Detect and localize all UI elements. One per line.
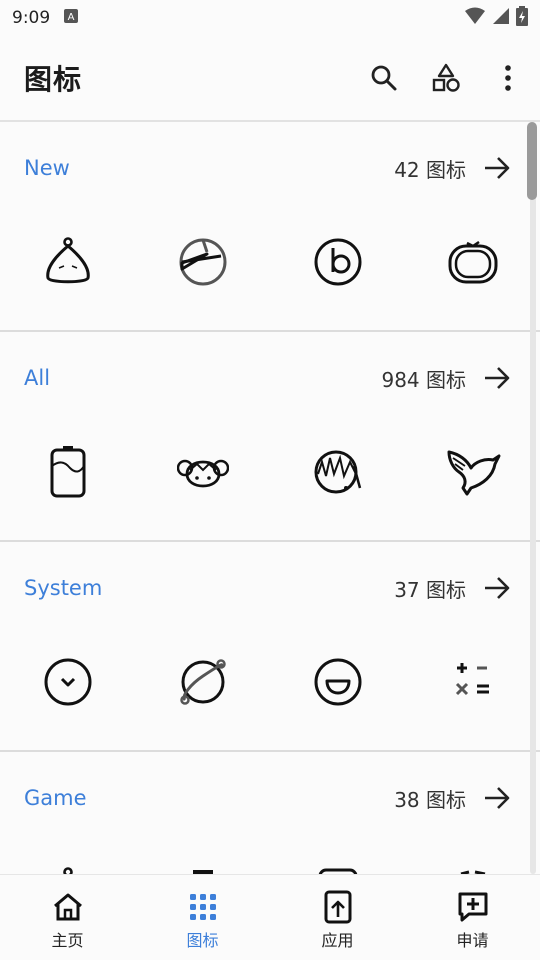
hair-girl-icon[interactable] [270, 440, 405, 504]
nav-item-home[interactable]: 主页 [0, 875, 135, 960]
smile-icon[interactable] [270, 650, 405, 714]
app-upload-icon [322, 890, 354, 924]
section-game: Game 38 图标 [0, 752, 540, 874]
nav-item-icons[interactable]: 图标 [135, 875, 270, 960]
section-count: 984 图标 [381, 367, 466, 392]
bun-girl-icon[interactable] [135, 440, 270, 504]
section-name: All [24, 366, 51, 390]
nav-item-apps[interactable]: 应用 [270, 875, 405, 960]
shapes-icon[interactable] [428, 60, 464, 96]
sack-icon[interactable] [0, 230, 135, 294]
icon-row [0, 440, 540, 504]
more-vert-icon[interactable] [490, 60, 526, 96]
icon-row [0, 860, 540, 874]
search-icon[interactable] [366, 60, 402, 96]
section-system: System 37 图标 [0, 542, 540, 752]
signal-icon [492, 7, 510, 30]
section-all: All 984 图标 [0, 332, 540, 542]
scrollbar-track [530, 122, 536, 874]
section-header[interactable]: All 984 图标 [0, 358, 540, 398]
beats-icon[interactable] [270, 230, 405, 294]
scrollbar-thumb[interactable] [527, 122, 537, 200]
nav-label: 主页 [51, 931, 84, 950]
section-name: System [24, 576, 103, 600]
grid-icon [187, 891, 219, 923]
calculator-icon[interactable] [405, 650, 540, 714]
arrow-right-icon[interactable] [482, 783, 512, 813]
section-header[interactable]: System 37 图标 [0, 568, 540, 608]
battery-icon[interactable] [0, 440, 135, 504]
section-count: 38 图标 [394, 787, 466, 812]
game-3-icon[interactable] [270, 860, 405, 874]
scrollbar[interactable] [527, 122, 537, 874]
clock-chevron-icon[interactable] [0, 650, 135, 714]
section-name: New [24, 156, 70, 180]
arrow-right-icon[interactable] [482, 573, 512, 603]
planet-icon[interactable] [135, 650, 270, 714]
home-icon [52, 891, 84, 923]
status-bar: 9:09 A [0, 0, 540, 36]
icon-category-list[interactable]: New 42 图标 All 984 图标 System 37 图标 Game 3… [0, 122, 540, 874]
game-2-icon[interactable] [135, 860, 270, 874]
wifi-icon [464, 7, 486, 30]
section-new: New 42 图标 [0, 122, 540, 332]
section-header[interactable]: Game 38 图标 [0, 778, 540, 818]
status-time: 9:09 [12, 8, 51, 28]
section-name: Game [24, 786, 87, 810]
app-bar: 图标 [0, 36, 540, 120]
section-count: 37 图标 [394, 577, 466, 602]
notification-a-icon: A [64, 8, 79, 28]
icon-row [0, 230, 540, 294]
svg-text:A: A [68, 12, 75, 23]
tomato-icon[interactable] [405, 230, 540, 294]
page-title: 图标 [24, 63, 83, 96]
game-4-icon[interactable] [405, 860, 540, 874]
arrow-right-icon[interactable] [482, 153, 512, 183]
nav-label: 应用 [321, 931, 354, 950]
nav-label: 申请 [456, 931, 489, 950]
icon-row [0, 650, 540, 714]
game-1-icon[interactable] [0, 860, 135, 874]
bottom-navigation: 主页 图标 应用 申请 [0, 874, 540, 960]
nav-item-request[interactable]: 申请 [405, 875, 540, 960]
section-count: 42 图标 [394, 157, 466, 182]
section-header[interactable]: New 42 图标 [0, 148, 540, 188]
arrow-right-icon[interactable] [482, 363, 512, 393]
request-add-icon [457, 891, 489, 923]
pie-clock-icon[interactable] [135, 230, 270, 294]
nav-label: 图标 [186, 931, 219, 950]
battery-status-icon [516, 5, 528, 31]
dove-icon[interactable] [405, 440, 540, 504]
